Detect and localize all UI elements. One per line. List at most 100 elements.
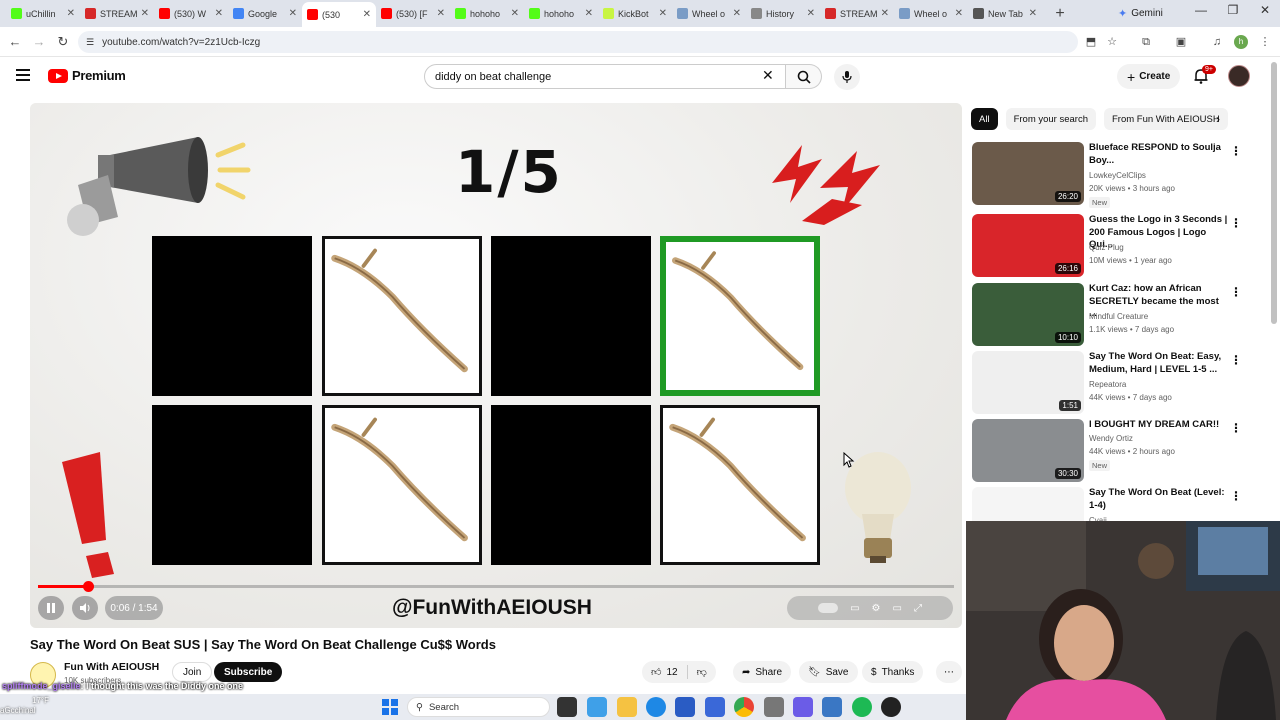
- browser-tab[interactable]: New Tab ✕: [968, 3, 1042, 25]
- autoplay-toggle[interactable]: [818, 603, 839, 613]
- progress-scrubber[interactable]: [83, 581, 94, 592]
- search-button[interactable]: [786, 64, 822, 89]
- back-icon[interactable]: ←: [3, 34, 27, 49]
- close-tab-icon[interactable]: ✕: [289, 8, 297, 19]
- browser-tab[interactable]: uChillin ✕: [6, 3, 80, 25]
- close-tab-icon[interactable]: ✕: [511, 8, 519, 19]
- settings-app-icon[interactable]: [764, 697, 784, 717]
- more-options-icon[interactable]: ⋮: [1230, 144, 1242, 158]
- obs-icon[interactable]: [881, 697, 901, 717]
- close-tab-icon[interactable]: ✕: [807, 8, 815, 19]
- forward-icon[interactable]: →: [27, 34, 51, 49]
- recommended-channel[interactable]: LowkeyCelClips: [1089, 171, 1146, 180]
- close-window-button[interactable]: ✕: [1250, 3, 1280, 17]
- mail-icon[interactable]: [705, 697, 725, 717]
- recommended-title[interactable]: Blueface RESPOND to Soulja Boy...: [1089, 142, 1229, 167]
- more-options-icon[interactable]: ⋮: [1230, 421, 1242, 435]
- video-player[interactable]: 1/5 0:06 / 1:54 @FunWithAEIOUSH ▭ ⚙ ▭ ⤢: [30, 103, 962, 628]
- recommended-channel[interactable]: Repeatora: [1089, 380, 1126, 389]
- browser-profile-avatar[interactable]: h: [1234, 35, 1248, 49]
- menu-icon[interactable]: [16, 69, 30, 84]
- spotify-icon[interactable]: [852, 697, 872, 717]
- recommended-title[interactable]: I BOUGHT MY DREAM CAR!!: [1089, 419, 1229, 432]
- browser-tab[interactable]: Google ✕: [228, 3, 302, 25]
- close-tab-icon[interactable]: ✕: [67, 8, 75, 19]
- minimize-button[interactable]: —: [1186, 3, 1216, 17]
- recommended-title[interactable]: Say The Word On Beat (Level: 1-4): [1089, 487, 1229, 512]
- reload-icon[interactable]: ↻: [51, 34, 75, 50]
- sidepanel-icon[interactable]: ▣: [1172, 33, 1190, 51]
- windows-start-icon[interactable]: [380, 697, 400, 717]
- browser-tab[interactable]: (530) [F ✕: [376, 3, 450, 25]
- media-icon[interactable]: ♫: [1208, 33, 1226, 51]
- recommended-channel[interactable]: Mindful Creature: [1089, 312, 1148, 321]
- recommended-video[interactable]: 26:20 Blueface RESPOND to Soulja Boy... Lo…: [972, 142, 1262, 208]
- share-button[interactable]: ➦ Share: [733, 661, 792, 683]
- chrome-icon[interactable]: [734, 697, 754, 717]
- fullscreen-icon[interactable]: ⤢: [914, 603, 922, 614]
- store-icon[interactable]: [675, 697, 695, 717]
- video-thumbnail[interactable]: 10:10: [972, 283, 1084, 346]
- close-tab-icon[interactable]: ✕: [1029, 8, 1037, 19]
- more-actions-button[interactable]: ⋯: [936, 661, 962, 683]
- browser-tab[interactable]: Wheel o ✕: [894, 3, 968, 25]
- page-scrollbar[interactable]: [1271, 62, 1277, 324]
- filter-chip[interactable]: From Fun With AEIOUSH: [1104, 108, 1228, 130]
- account-avatar[interactable]: [1228, 65, 1250, 87]
- volume-button[interactable]: [72, 596, 98, 620]
- subscribe-button[interactable]: Subscribe: [214, 662, 283, 682]
- edge-icon[interactable]: [646, 697, 666, 717]
- recommended-channel[interactable]: Quiz Plug: [1089, 243, 1124, 252]
- settings-icon[interactable]: ⚙: [872, 603, 881, 614]
- join-button[interactable]: Join: [172, 662, 213, 682]
- close-tab-icon[interactable]: ✕: [363, 9, 371, 20]
- close-tab-icon[interactable]: ✕: [955, 8, 963, 19]
- gemini-button[interactable]: ✦ Gemini: [1118, 4, 1163, 23]
- filter-chip[interactable]: All: [971, 108, 998, 130]
- recommended-video[interactable]: 30:30 I BOUGHT MY DREAM CAR!! Wendy Ortiz 4…: [972, 419, 1262, 483]
- recommended-video[interactable]: 1:51 Say The Word On Beat: Easy, Medium, …: [972, 351, 1262, 415]
- like-button[interactable]: 👍︎ 12 👎︎: [642, 661, 716, 683]
- extensions-icon[interactable]: ⧉: [1137, 33, 1155, 51]
- weather-widget[interactable]: 17°F aGcchinal: [0, 696, 49, 716]
- thumbs-down-icon[interactable]: 👎︎: [697, 666, 707, 678]
- close-tab-icon[interactable]: ✕: [733, 8, 741, 19]
- close-tab-icon[interactable]: ✕: [585, 8, 593, 19]
- recommended-channel[interactable]: Wendy Ortiz: [1089, 434, 1133, 443]
- bookmark-star-icon[interactable]: ☆: [1103, 33, 1121, 51]
- discord-icon[interactable]: [793, 697, 813, 717]
- clear-search-icon[interactable]: ✕: [762, 67, 774, 84]
- task-view-icon[interactable]: [557, 697, 577, 717]
- browser-tab[interactable]: STREAM ✕: [820, 3, 894, 25]
- browser-tab[interactable]: History ✕: [746, 3, 820, 25]
- video-thumbnail[interactable]: 1:51: [972, 351, 1084, 414]
- browser-tab[interactable]: hohoho ✕: [450, 3, 524, 25]
- save-button[interactable]: 🔖︎ Save: [799, 661, 858, 683]
- close-tab-icon[interactable]: ✕: [437, 8, 445, 19]
- browser-tab[interactable]: (530) W ✕: [154, 3, 228, 25]
- new-tab-icon[interactable]: +: [1050, 5, 1070, 23]
- search-input[interactable]: diddy on beat challenge: [424, 64, 786, 89]
- taskbar-search-input[interactable]: ⚲ Search: [407, 697, 550, 717]
- chips-next-icon[interactable]: ›: [1216, 112, 1220, 126]
- video-thumbnail[interactable]: 26:20: [972, 142, 1084, 205]
- theater-icon[interactable]: ▭: [892, 603, 901, 614]
- more-options-icon[interactable]: ⋮: [1230, 285, 1242, 299]
- channel-name[interactable]: Fun With AEIOUSH: [64, 661, 159, 673]
- filter-chip[interactable]: From your search: [1005, 108, 1096, 130]
- browser-tab[interactable]: STREAM ✕: [80, 3, 154, 25]
- restore-button[interactable]: ❐: [1218, 3, 1248, 17]
- thanks-button[interactable]: $ Thanks: [862, 661, 924, 683]
- video-thumbnail[interactable]: 26:16: [972, 214, 1084, 277]
- file-explorer-icon[interactable]: [617, 697, 637, 717]
- video-thumbnail[interactable]: 30:30: [972, 419, 1084, 482]
- site-info-icon[interactable]: ☰: [86, 37, 94, 48]
- install-icon[interactable]: ⬒: [1082, 33, 1100, 51]
- browser-tab[interactable]: hohoho ✕: [524, 3, 598, 25]
- browser-tab[interactable]: Wheel o ✕: [672, 3, 746, 25]
- youtube-logo[interactable]: Premium: [48, 68, 126, 83]
- browser-tab[interactable]: (530 ✕: [302, 2, 376, 27]
- close-tab-icon[interactable]: ✕: [881, 8, 889, 19]
- close-tab-icon[interactable]: ✕: [659, 8, 667, 19]
- recommended-video[interactable]: 26:16 Guess the Logo in 3 Seconds | 200 F…: [972, 214, 1262, 278]
